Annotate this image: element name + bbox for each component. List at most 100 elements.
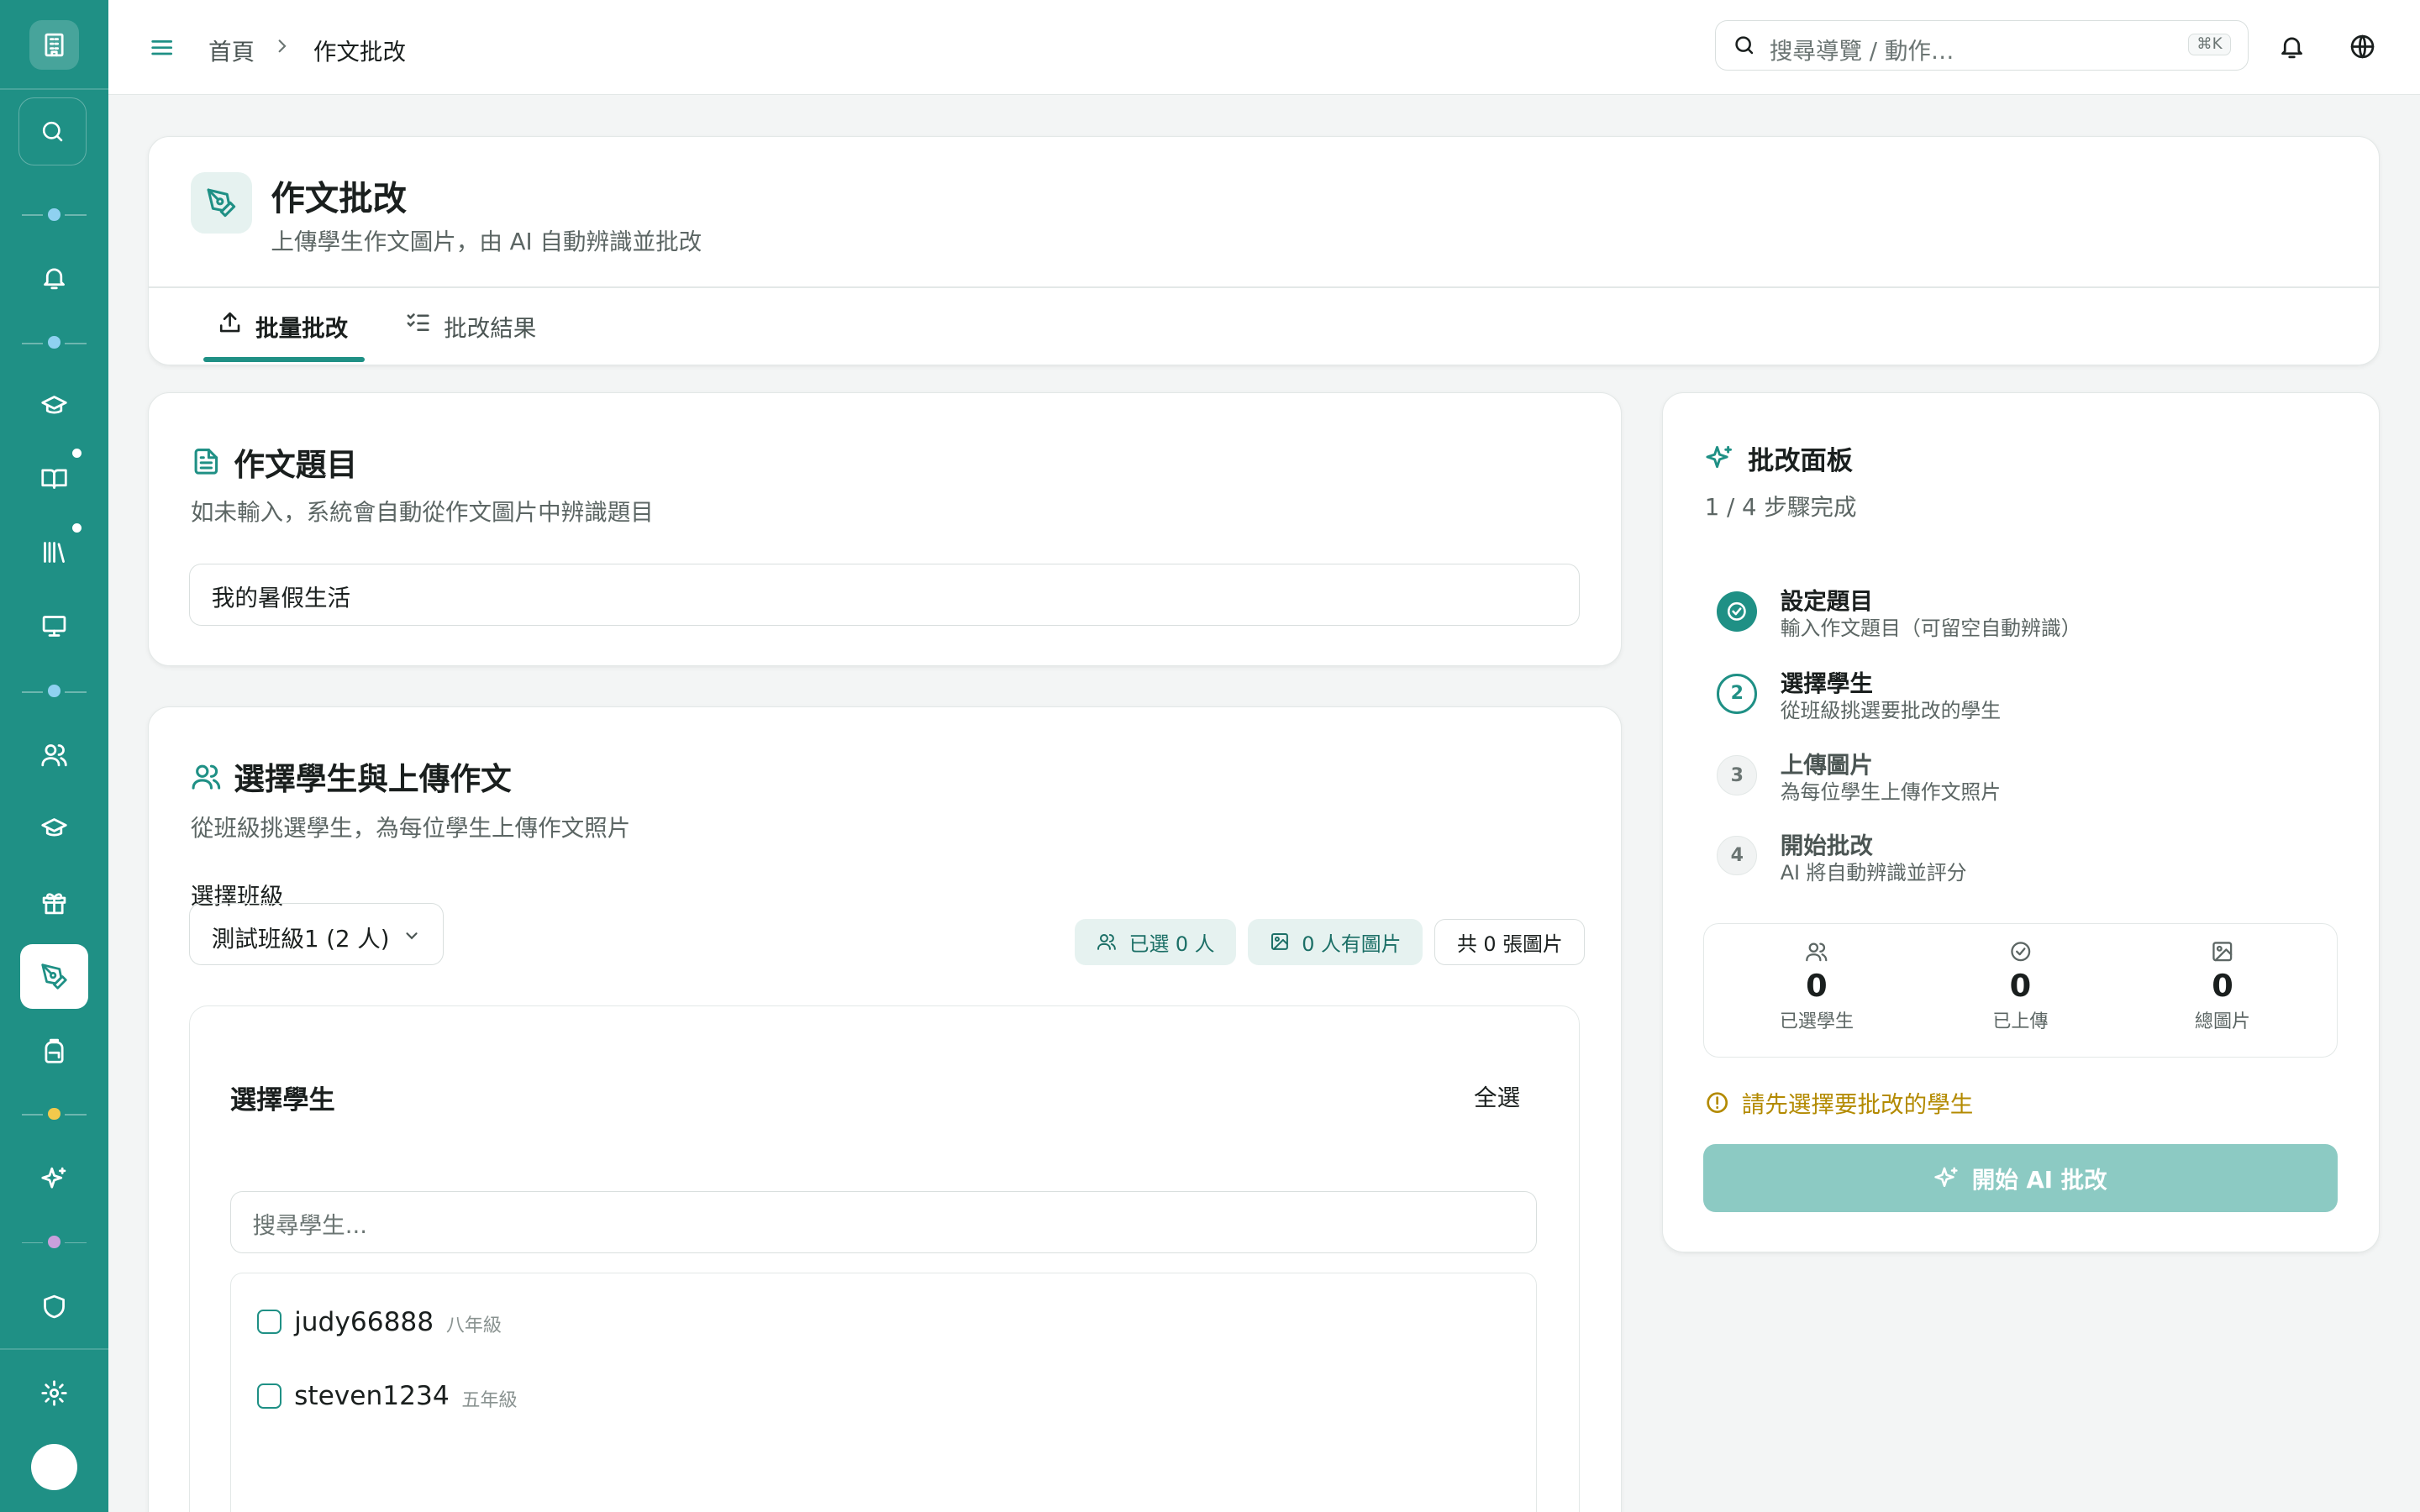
image-icon: [2145, 940, 2300, 964]
select-all-button[interactable]: 全選: [1474, 1079, 1520, 1112]
student-list: judy66888 八年級 steven1234 五年級: [229, 1273, 1538, 1512]
class-select[interactable]: 測試班級1 (2 人): [189, 903, 445, 965]
menu-icon[interactable]: [145, 31, 179, 65]
shield-icon: [43, 1294, 65, 1319]
sidebar-item-backpack[interactable]: [20, 1020, 88, 1081]
users-icon: [1097, 934, 1116, 951]
step-number: 4: [1717, 835, 1758, 876]
divider: [149, 286, 2380, 288]
student-checkbox[interactable]: [257, 1383, 282, 1409]
avatar[interactable]: [30, 1444, 77, 1491]
sparkles-icon: [41, 1167, 66, 1189]
image-icon: [1270, 933, 1288, 951]
search-icon: [42, 121, 63, 141]
stat-label: 已選學生: [1779, 1011, 1854, 1033]
stat-label: 總圖片: [2194, 1011, 2251, 1033]
book-icon: [41, 469, 67, 489]
grading-panel: 批改面板 1 / 4 步驟完成 設定題目 輸入作文題目（可留空自動辨識） 2 選…: [1662, 391, 2381, 1253]
alert-circle-icon: [1707, 1091, 1728, 1113]
graduation-cap-icon: [41, 395, 67, 413]
stat-label: 已上傳: [1992, 1011, 2049, 1033]
sidebar-item-rewards[interactable]: [20, 872, 88, 933]
sidebar-item-courses[interactable]: [20, 375, 88, 436]
breadcrumb-home[interactable]: 首頁: [208, 33, 255, 66]
step-desc: 輸入作文題目（可留空自動辨識）: [1780, 617, 2081, 641]
panel-progress: 1 / 4 步驟完成: [1704, 494, 1857, 522]
globe-icon[interactable]: [2346, 29, 2380, 63]
sidebar: [0, 0, 108, 1512]
pen-tool-icon: [190, 171, 253, 234]
sidebar-item-grades[interactable]: [20, 798, 88, 859]
sidebar-separator: [21, 1107, 87, 1121]
bell-icon[interactable]: [2275, 29, 2308, 63]
top-bar: 首頁 作文批改 搜尋導覽 / 動作… ⌘K: [108, 0, 2420, 96]
upload-icon: [220, 312, 240, 333]
step-desc: 為每位學生上傳作文照片: [1780, 780, 2002, 804]
stat-selected-students: 0 已選學生: [1739, 940, 1894, 1034]
graduation-cap-icon: [41, 817, 67, 837]
essay-topic-input[interactable]: 我的暑假生活: [189, 564, 1580, 626]
selected-count-badge: 已選 0 人: [1075, 918, 1237, 965]
sidebar-item-books[interactable]: [20, 448, 88, 509]
sidebar-item-library[interactable]: [20, 522, 88, 583]
sparkles-icon: [1934, 1167, 1958, 1187]
library-icon: [43, 542, 65, 563]
page-subtitle: 上傳學生作文圖片，由 AI 自動辨識並批改: [271, 228, 702, 256]
file-text-icon: [194, 449, 218, 475]
page-header-card: 作文批改 上傳學生作文圖片，由 AI 自動辨識並批改 批量批改 批改結果: [148, 135, 2381, 366]
sidebar-separator: [21, 1236, 87, 1248]
list-item[interactable]: judy66888 八年級: [257, 1306, 502, 1338]
stat-value: 0: [2009, 967, 2032, 1004]
class-select-value: 測試班級1 (2 人): [211, 925, 390, 953]
tab-grading-results[interactable]: 批改結果: [405, 309, 536, 365]
breadcrumb-current: 作文批改: [313, 38, 407, 66]
search-shortcut-badge: ⌘K: [2188, 33, 2231, 56]
sidebar-item-settings[interactable]: [20, 1362, 88, 1424]
sidebar-separator: [21, 207, 87, 221]
step-number: 2: [1717, 673, 1758, 714]
sidebar-item-students[interactable]: [20, 723, 88, 785]
section-title: 選擇學生與上傳作文: [191, 753, 512, 799]
gear-icon: [41, 1380, 67, 1406]
student-grade: 八年級: [445, 1315, 502, 1337]
sparkles-icon: [1706, 445, 1732, 468]
section-subtitle: 如未輸入，系統會自動從作文圖片中辨識題目: [190, 498, 654, 526]
section-subtitle: 從班級挑選學生，為每位學生上傳作文照片: [190, 815, 631, 843]
users-icon: [1739, 940, 1894, 964]
tab-label: 批量批改: [255, 315, 349, 343]
student-search-input[interactable]: 搜尋學生...: [229, 1191, 1538, 1253]
stat-value: 0: [1806, 967, 1828, 1004]
building-icon[interactable]: [29, 19, 79, 70]
sidebar-separator: [21, 336, 87, 349]
panel-title: 批改面板: [1705, 439, 1853, 477]
student-picker: 選擇學生 全選 搜尋學生... judy66888 八年級 steven1234…: [189, 1005, 1580, 1512]
start-ai-grading-button[interactable]: 開始 AI 批改: [1702, 1143, 2338, 1212]
essay-topic-card: 作文題目 如未輸入，系統會自動從作文圖片中辨識題目 我的暑假生活: [148, 391, 1623, 667]
chevron-down-icon: [402, 924, 421, 951]
sidebar-separator: [21, 685, 87, 698]
student-picker-title: 選擇學生: [229, 1084, 335, 1116]
section-title: 作文題目: [191, 439, 357, 485]
sidebar-item-notifications[interactable]: [20, 247, 88, 308]
sidebar-search-button[interactable]: [18, 97, 87, 165]
stats-box: 0 已選學生 0 已上傳 0 總圖片: [1702, 923, 2338, 1058]
stat-total-images: 0 總圖片: [2145, 940, 2300, 1034]
notification-dot: [72, 522, 82, 533]
sidebar-item-classroom[interactable]: [20, 596, 88, 657]
list-item[interactable]: steven1234 五年級: [257, 1380, 518, 1412]
sidebar-item-essay-grading[interactable]: [19, 944, 88, 1010]
list-checks-icon: [407, 313, 429, 332]
sidebar-divider: [0, 1348, 108, 1351]
student-grade: 五年級: [461, 1389, 518, 1411]
notification-dot: [72, 449, 82, 459]
student-checkbox[interactable]: [257, 1310, 282, 1335]
global-search-input[interactable]: 搜尋導覽 / 動作… ⌘K: [1714, 19, 2249, 71]
sidebar-item-ai[interactable]: [20, 1148, 88, 1210]
students-upload-card: 選擇學生與上傳作文 從班級挑選學生，為每位學生上傳作文照片 選擇班級 測試班級1…: [148, 706, 1623, 1512]
users-icon: [41, 743, 67, 766]
sidebar-item-security[interactable]: [20, 1276, 88, 1337]
students-with-images-badge: 0 人有圖片: [1248, 918, 1423, 965]
search-placeholder: 搜尋導覽 / 動作…: [1769, 37, 1954, 65]
warning-message: 請先選擇要批改的學生: [1705, 1085, 1973, 1119]
gift-icon: [42, 893, 66, 915]
